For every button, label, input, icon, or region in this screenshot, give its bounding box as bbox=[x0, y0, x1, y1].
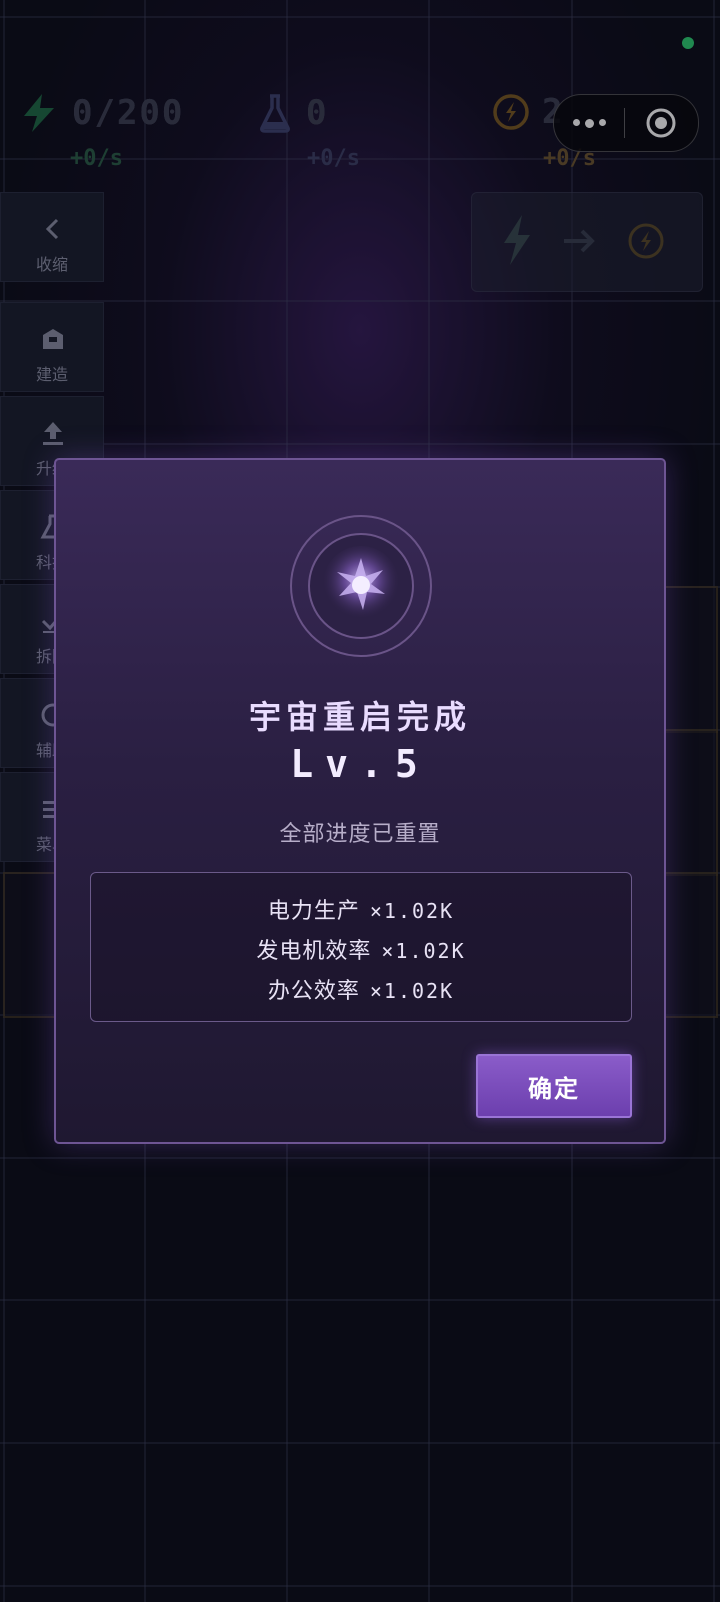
bonus-list: 电力生产 ×1.02K 发电机效率 ×1.02K 办公效率 ×1.02K bbox=[90, 872, 632, 1022]
bonus-name: 发电机效率 bbox=[256, 939, 372, 964]
dialog-title: 宇宙重启完成 bbox=[248, 698, 471, 736]
bonus-multiplier: ×1.02K bbox=[381, 939, 466, 963]
dialog-level: Lv.5 bbox=[290, 742, 430, 786]
game-screen: 0/200 +0/s 0 +0/s 2 +0/s 收缩 建造 升级 科技 拆除 … bbox=[0, 0, 720, 1602]
bonus-multiplier: ×1.02K bbox=[369, 899, 455, 923]
bonus-name: 电力生产 bbox=[267, 899, 360, 924]
bonus-row: 发电机效率 ×1.02K bbox=[91, 933, 631, 965]
dialog-subtitle: 全部进度已重置 bbox=[279, 822, 441, 847]
bonus-row: 办公效率 ×1.02K bbox=[91, 973, 631, 1005]
bonus-row: 电力生产 ×1.02K bbox=[91, 893, 631, 925]
bonus-multiplier: ×1.02K bbox=[369, 979, 455, 1003]
bonus-name: 办公效率 bbox=[267, 979, 360, 1004]
restart-complete-dialog: 宇宙重启完成 Lv.5 全部进度已重置 电力生产 ×1.02K 发电机效率 ×1.0… bbox=[54, 458, 666, 1144]
confirm-button[interactable]: 确定 bbox=[476, 1054, 632, 1118]
burst-icon bbox=[290, 515, 432, 657]
